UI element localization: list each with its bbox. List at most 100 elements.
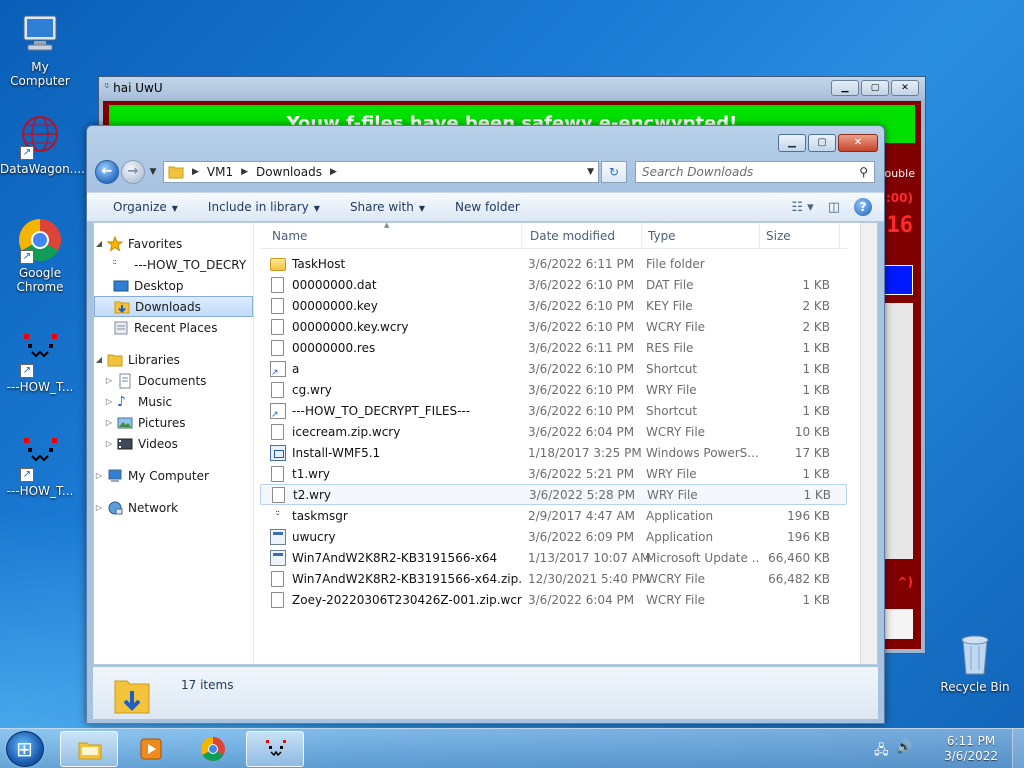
file-name-cell[interactable]: t2.wry bbox=[261, 486, 523, 503]
collapsed-arrow-icon[interactable]: ▷ bbox=[94, 503, 104, 512]
address-bar[interactable]: ▶ VM1 ▶ Downloads ▶ ▼ bbox=[163, 161, 599, 183]
ransom-button-box[interactable] bbox=[883, 609, 913, 639]
desktop-icon-how-to-decrypt-1[interactable]: ↗ ---HOW_T... bbox=[0, 330, 80, 394]
file-name-cell[interactable]: 00000000.res bbox=[260, 339, 522, 356]
file-name-cell[interactable]: icecream.zip.wcry bbox=[260, 423, 522, 440]
collapsed-arrow-icon[interactable]: ▷ bbox=[104, 376, 114, 385]
desktop-icon-recycle-bin[interactable]: Recycle Bin bbox=[935, 630, 1015, 694]
network-status-icon[interactable]: 🖧 bbox=[874, 741, 889, 763]
collapsed-arrow-icon[interactable]: ▷ bbox=[104, 418, 114, 427]
nav-item-how-to-decrypt[interactable]: ᵕ̈ ---HOW_TO_DECRY bbox=[94, 254, 253, 275]
file-row[interactable]: ---HOW_TO_DECRYPT_FILES--- 3/6/2022 6:10 … bbox=[260, 400, 847, 421]
file-name-cell[interactable]: ---HOW_TO_DECRYPT_FILES--- bbox=[260, 402, 522, 419]
column-header-type[interactable]: Type bbox=[642, 223, 760, 248]
taskbar-item-chrome[interactable] bbox=[184, 731, 242, 767]
file-name-cell[interactable]: Zoey-20220306T230426Z-001.zip.wcry bbox=[260, 591, 522, 608]
show-desktop-button[interactable] bbox=[1012, 729, 1024, 768]
file-row[interactable]: icecream.zip.wcry 3/6/2022 6:04 PM WCRY Fi… bbox=[260, 421, 847, 442]
desktop-icon-how-to-decrypt-2[interactable]: ↗ ---HOW_T... bbox=[0, 434, 80, 498]
nav-item-documents[interactable]: ▷ Documents bbox=[94, 370, 253, 391]
vertical-scrollbar[interactable] bbox=[860, 223, 877, 664]
nav-network[interactable]: ▷ Network bbox=[94, 497, 253, 518]
nav-item-pictures[interactable]: ▷ Pictures bbox=[94, 412, 253, 433]
file-row[interactable]: 00000000.dat 3/6/2022 6:10 PM DAT File 1 KB bbox=[260, 274, 847, 295]
file-name-cell[interactable]: uwucry bbox=[260, 528, 522, 545]
file-row[interactable]: Win7AndW2K8R2-KB3191566-x64 1/13/2017 10:… bbox=[260, 547, 847, 568]
column-header-name[interactable]: Name bbox=[260, 223, 522, 248]
forward-button[interactable]: → bbox=[121, 160, 145, 184]
change-view-icon[interactable]: ☷ ▾ bbox=[791, 200, 813, 215]
address-dropdown[interactable]: ▼ bbox=[587, 167, 594, 177]
chevron-right-icon[interactable]: ▶ bbox=[241, 167, 248, 177]
file-row[interactable]: 00000000.key.wcry 3/6/2022 6:10 PM WCRY Fi… bbox=[260, 316, 847, 337]
collapsed-arrow-icon[interactable]: ▷ bbox=[104, 439, 114, 448]
new-folder-button[interactable]: New folder bbox=[455, 200, 520, 214]
expand-arrow-icon[interactable]: ◢ bbox=[94, 355, 104, 364]
file-row[interactable]: Zoey-20220306T230426Z-001.zip.wcry 3/6/20… bbox=[260, 589, 847, 610]
file-name-cell[interactable]: cg.wry bbox=[260, 381, 522, 398]
file-row[interactable]: uwucry 3/6/2022 6:09 PM Application 196 KB bbox=[260, 526, 847, 547]
file-name-cell[interactable]: Win7AndW2K8R2-KB3191566-x64 bbox=[260, 549, 522, 566]
ransom-titlebar[interactable]: ᵕ̈ hai UwU ▁ ▢ ✕ bbox=[99, 77, 925, 99]
file-name-cell[interactable]: t1.wry bbox=[260, 465, 522, 482]
minimize-button[interactable]: ▁ bbox=[831, 80, 859, 96]
minimize-button[interactable]: ▁ bbox=[778, 134, 806, 152]
nav-libraries[interactable]: ◢ Libraries bbox=[94, 349, 253, 370]
file-row[interactable]: cg.wry 3/6/2022 6:10 PM WRY File 1 KB bbox=[260, 379, 847, 400]
refresh-button[interactable]: ↻ bbox=[601, 161, 627, 183]
search-input[interactable]: Search Downloads ⚲ bbox=[635, 161, 875, 183]
nav-favorites[interactable]: ◢ Favorites bbox=[94, 233, 253, 254]
recent-pages-dropdown[interactable]: ▼ bbox=[147, 167, 159, 177]
file-name-cell[interactable]: Win7AndW2K8R2-KB3191566-x64.zip.wcry bbox=[260, 570, 522, 587]
file-name-cell[interactable]: 00000000.dat bbox=[260, 276, 522, 293]
file-row[interactable]: TaskHost 3/6/2022 6:11 PM File folder bbox=[260, 253, 847, 274]
collapsed-arrow-icon[interactable]: ▷ bbox=[104, 397, 114, 406]
help-icon[interactable]: ? bbox=[854, 198, 872, 216]
file-name-cell[interactable]: ᵕ̈ taskmsgr bbox=[260, 508, 522, 524]
file-name-cell[interactable]: Install-WMF5.1 bbox=[260, 444, 522, 461]
taskbar-item-media-player[interactable] bbox=[122, 731, 180, 767]
nav-item-downloads[interactable]: Downloads bbox=[94, 296, 253, 317]
column-header-size[interactable]: Size bbox=[760, 223, 840, 248]
nav-my-computer[interactable]: ▷ My Computer bbox=[94, 465, 253, 486]
include-in-library-button[interactable]: Include in library ▼ bbox=[208, 200, 320, 214]
nav-item-videos[interactable]: ▷ Videos bbox=[94, 433, 253, 454]
nav-item-desktop[interactable]: Desktop bbox=[94, 275, 253, 296]
expand-arrow-icon[interactable]: ◢ bbox=[94, 239, 104, 248]
maximize-button[interactable]: ▢ bbox=[808, 134, 836, 152]
share-with-button[interactable]: Share with ▼ bbox=[350, 200, 425, 214]
file-row[interactable]: ᵕ̈ taskmsgr 2/9/2017 4:47 AM Application 196… bbox=[260, 505, 847, 526]
desktop-icon-datawagon[interactable]: ↗ DataWagon.... bbox=[0, 112, 85, 176]
file-row[interactable]: 00000000.res 3/6/2022 6:11 PM RES File 1 KB bbox=[260, 337, 847, 358]
taskbar-item-explorer[interactable] bbox=[60, 731, 118, 767]
chevron-right-icon[interactable]: ▶ bbox=[330, 167, 337, 177]
file-name-cell[interactable]: a bbox=[260, 360, 522, 377]
preview-pane-icon[interactable]: ◫ bbox=[828, 200, 840, 215]
file-row[interactable]: 00000000.key 3/6/2022 6:10 PM KEY File 2 KB bbox=[260, 295, 847, 316]
search-icon[interactable]: ⚲ bbox=[859, 165, 868, 179]
collapsed-arrow-icon[interactable]: ▷ bbox=[94, 471, 104, 480]
desktop-icon-google-chrome[interactable]: ↗ Google Chrome bbox=[0, 216, 80, 294]
start-button[interactable] bbox=[6, 731, 44, 767]
close-button[interactable]: ✕ bbox=[891, 80, 919, 96]
organize-button[interactable]: Organize ▼ bbox=[113, 200, 178, 214]
file-name-cell[interactable]: 00000000.key bbox=[260, 297, 522, 314]
back-button[interactable]: ← bbox=[95, 160, 119, 184]
file-row[interactable]: Install-WMF5.1 1/18/2017 3:25 PM Windows P… bbox=[260, 442, 847, 463]
nav-item-music[interactable]: ▷ ♪ Music bbox=[94, 391, 253, 412]
file-row[interactable]: t1.wry 3/6/2022 5:21 PM WRY File 1 KB bbox=[260, 463, 847, 484]
file-row[interactable]: t2.wry 3/6/2022 5:28 PM WRY File 1 KB bbox=[260, 484, 847, 505]
file-name-cell[interactable]: 00000000.key.wcry bbox=[260, 318, 522, 335]
desktop-icon-my-computer[interactable]: My Computer bbox=[0, 10, 80, 88]
maximize-button[interactable]: ▢ bbox=[861, 80, 889, 96]
taskbar-item-uwucry[interactable] bbox=[246, 731, 304, 767]
volume-icon[interactable]: 🔊 bbox=[896, 740, 912, 755]
close-button[interactable]: ✕ bbox=[838, 134, 878, 152]
chevron-right-icon[interactable]: ▶ bbox=[192, 167, 199, 177]
ransom-text-panel[interactable] bbox=[881, 303, 913, 559]
clock[interactable]: 6:11 PM 3/6/2022 bbox=[944, 734, 998, 764]
explorer-window[interactable]: ▁ ▢ ✕ ← → ▼ ▶ VM1 ▶ Downloads ▶ ▼ ↻ Sear… bbox=[86, 125, 885, 724]
breadcrumb-downloads[interactable]: Downloads bbox=[256, 165, 322, 179]
nav-item-recent-places[interactable]: Recent Places bbox=[94, 317, 253, 338]
breadcrumb-vm1[interactable]: VM1 bbox=[207, 165, 233, 179]
